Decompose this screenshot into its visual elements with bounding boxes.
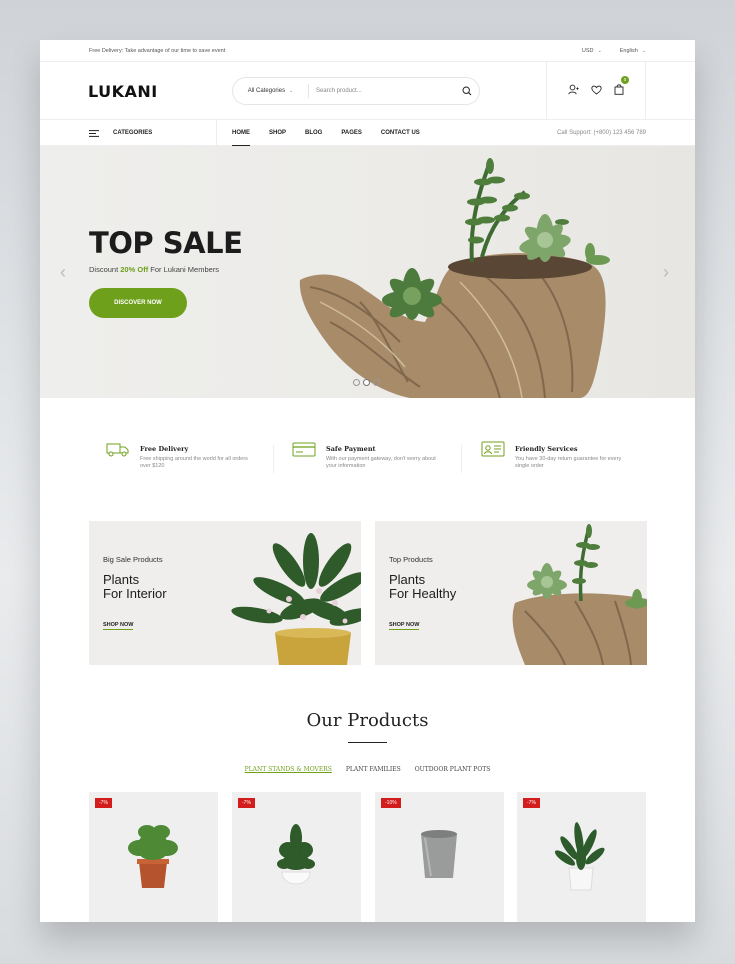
- slider-dot[interactable]: [353, 379, 360, 386]
- hero-subtitle-prefix: Discount: [89, 265, 121, 274]
- nav-links: HOME SHOP BLOG PAGES CONTACT US: [232, 120, 420, 146]
- hero-slider: ‹ › TOP SALE Discount 20% Off For Lukani…: [40, 146, 695, 398]
- product-image: [421, 830, 457, 878]
- banner-healthy[interactable]: Top Products Plants For Healthy SHOP NOW: [375, 521, 647, 665]
- slider-dots: [353, 379, 380, 386]
- call-support: Call Support: (+800) 123 456 789: [557, 130, 646, 136]
- divider: [461, 445, 462, 473]
- product-image: [277, 824, 315, 885]
- banner-title-line: Plants: [389, 572, 426, 587]
- currency-select[interactable]: USD ⌄: [582, 48, 602, 54]
- banner-kicker: Big Sale Products: [103, 555, 163, 564]
- product-card[interactable]: -10%: [375, 792, 504, 922]
- feature-safe-payment: Safe Payment With our payment gateway, d…: [292, 439, 444, 479]
- shop-now-link[interactable]: SHOP NOW: [389, 622, 420, 630]
- feature-desc: You have 30-day return guarantee for eve…: [515, 456, 622, 469]
- banner-title-line: Plants: [103, 572, 140, 587]
- tab-plant-families[interactable]: PLANT FAMILIES: [346, 766, 401, 773]
- credit-card-icon: [292, 442, 316, 457]
- discount-badge: -10%: [381, 798, 401, 808]
- product-card[interactable]: -7%: [89, 792, 218, 922]
- language-select[interactable]: English ⌄: [620, 48, 646, 54]
- cart-button[interactable]: 0: [614, 76, 629, 100]
- slider-dot-active[interactable]: [363, 379, 370, 386]
- product-image: [554, 822, 605, 891]
- product-image: [128, 825, 178, 888]
- main-nav: CATEGORIES HOME SHOP BLOG PAGES CONTACT …: [40, 120, 695, 146]
- promo-text: Free Delivery: Take advantage of our tim…: [89, 47, 226, 54]
- search-input[interactable]: Search product...: [309, 88, 455, 94]
- slider-next-arrow[interactable]: ›: [663, 262, 669, 283]
- product-card[interactable]: -7%: [232, 792, 361, 922]
- chevron-down-icon: ⌄: [289, 88, 294, 94]
- divider: [273, 445, 274, 473]
- hero-subtitle-suffix: For Lukani Members: [148, 265, 220, 274]
- nav-link-shop[interactable]: SHOP: [269, 120, 286, 146]
- discount-badge: -7%: [523, 798, 540, 808]
- chevron-down-icon: ⌄: [597, 47, 602, 54]
- feature-title: Safe Payment: [326, 445, 376, 453]
- slider-prev-arrow[interactable]: ‹: [60, 262, 66, 283]
- categories-label: CATEGORIES: [113, 130, 153, 136]
- features-row: Free Delivery Free shipping around the w…: [40, 439, 695, 479]
- feature-title: Free Delivery: [140, 445, 189, 453]
- tab-plant-stands[interactable]: PLANT STANDS & MOVERS: [245, 766, 332, 773]
- heading-underline: [348, 742, 387, 743]
- products-heading: Our Products: [306, 710, 429, 731]
- search-bar: All Categories ⌄ Search product...: [232, 77, 480, 105]
- discount-badge: -7%: [238, 798, 255, 808]
- header-actions: 0: [546, 62, 646, 120]
- feature-free-delivery: Free Delivery Free shipping around the w…: [106, 439, 258, 479]
- feature-desc: With our payment gateway, don't worry ab…: [326, 456, 436, 469]
- search-icon[interactable]: [455, 86, 479, 96]
- slider-dot[interactable]: [373, 379, 380, 386]
- tab-outdoor-pots[interactable]: OUTDOOR PLANT POTS: [415, 766, 491, 773]
- product-card[interactable]: -7%: [517, 792, 646, 922]
- cart-count-badge: 0: [621, 76, 629, 84]
- search-category-label: All Categories: [247, 88, 286, 94]
- feature-friendly-services: Friendly Services You have 30-day return…: [481, 439, 633, 479]
- hero-title: TOP SALE: [89, 226, 243, 260]
- discount-badge: -7%: [95, 798, 112, 808]
- banner-title: Plants For Interior: [103, 573, 203, 601]
- product-tabs: PLANT STANDS & MOVERS PLANT FAMILIES OUT…: [40, 766, 695, 773]
- hero-succulent-image: [299, 158, 610, 398]
- menu-icon: [89, 129, 99, 137]
- banner-kicker: Top Products: [389, 555, 433, 564]
- hero-subtitle: Discount 20% Off For Lukani Members: [89, 265, 219, 274]
- banner-interior[interactable]: Big Sale Products Plants For Interior SH…: [89, 521, 361, 665]
- banner-title: Plants For Healthy: [389, 573, 489, 601]
- nav-link-blog[interactable]: BLOG: [305, 120, 322, 146]
- discover-now-button[interactable]: DISCOVER NOW: [89, 288, 187, 318]
- categories-toggle[interactable]: CATEGORIES: [89, 120, 217, 146]
- logo[interactable]: LUKANI: [88, 82, 158, 101]
- shop-now-link[interactable]: SHOP NOW: [103, 622, 134, 630]
- user-icon[interactable]: [568, 82, 579, 100]
- feature-title: Friendly Services: [515, 445, 578, 453]
- shopping-bag-icon: [614, 84, 624, 95]
- truck-icon: [106, 443, 129, 457]
- id-card-icon: [481, 441, 505, 457]
- hero-discount: 20% Off: [120, 265, 149, 274]
- nav-link-contact[interactable]: CONTACT US: [381, 120, 420, 146]
- topbar-selectors: USD ⌄ English ⌄: [582, 48, 646, 54]
- currency-label: USD: [581, 47, 594, 54]
- banner-title-line: For Healthy: [389, 586, 457, 601]
- header: LUKANI All Categories ⌄ Search product..…: [40, 62, 695, 120]
- page: Free Delivery: Take advantage of our tim…: [40, 40, 695, 922]
- search-category-select[interactable]: All Categories ⌄: [233, 84, 309, 98]
- feature-desc: Free shipping around the world for all o…: [140, 456, 248, 469]
- language-label: English: [619, 47, 638, 54]
- banner-title-line: For Interior: [103, 586, 167, 601]
- chevron-down-icon: ⌄: [641, 47, 646, 54]
- heart-icon[interactable]: [591, 82, 602, 100]
- nav-link-pages[interactable]: PAGES: [341, 120, 362, 146]
- top-bar: Free Delivery: Take advantage of our tim…: [40, 40, 695, 62]
- nav-link-home[interactable]: HOME: [232, 120, 250, 146]
